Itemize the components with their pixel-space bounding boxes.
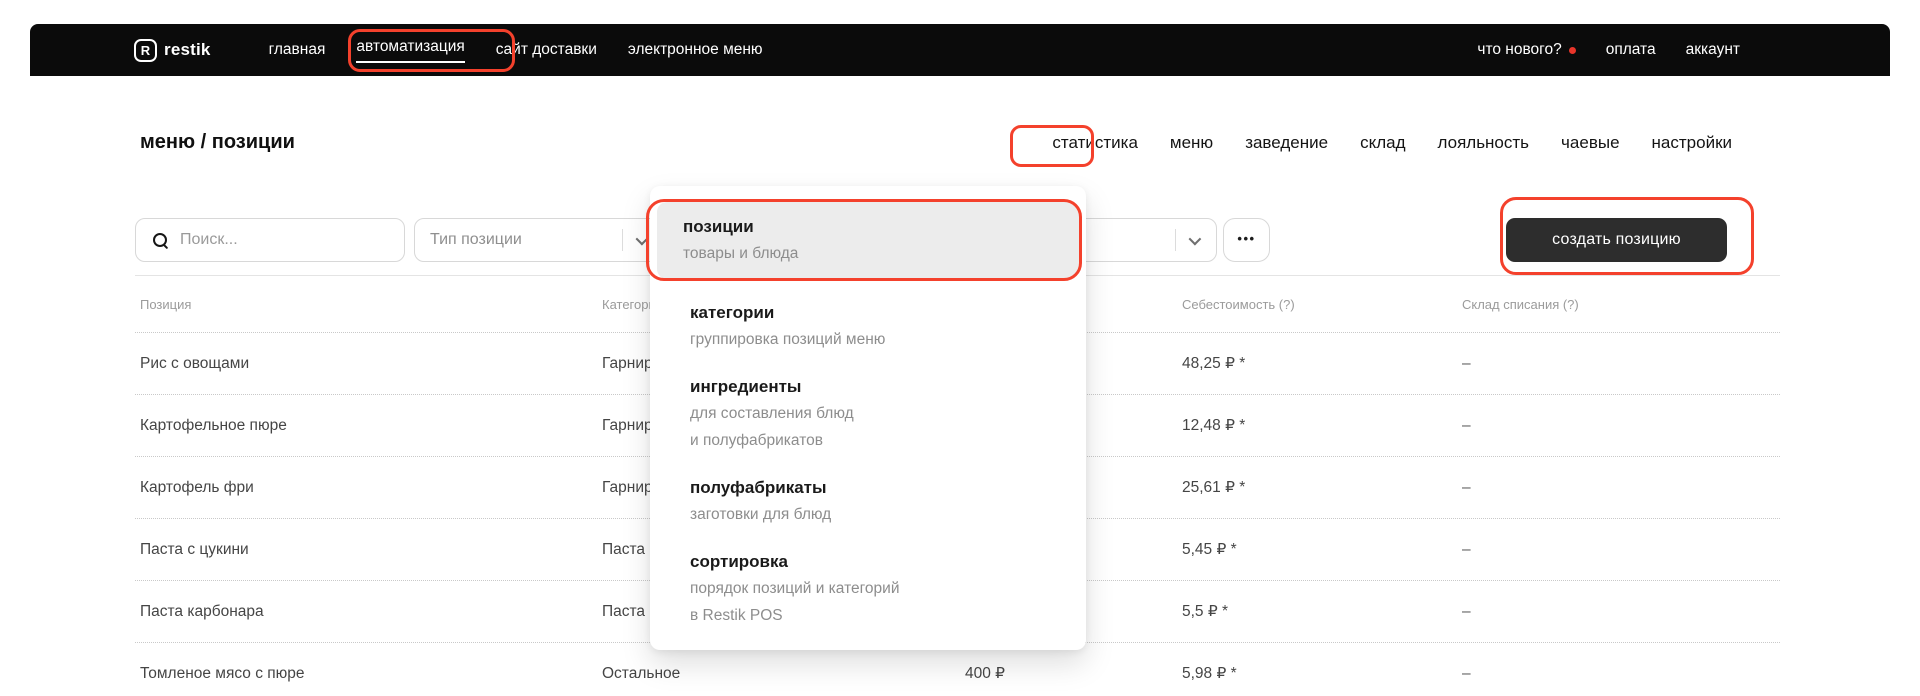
header-position: Позиция (140, 276, 191, 333)
cell-stock: – (1462, 643, 1471, 696)
cell-position: Томленое мясо с пюре (140, 643, 305, 696)
cell-cost: 5,5 ₽ * (1182, 581, 1228, 643)
menu-item-title: категории (690, 299, 1079, 326)
menu-item-title: позиции (683, 213, 1079, 240)
cell-cost: 48,25 ₽ * (1182, 333, 1245, 395)
cell-category: Паста (602, 519, 645, 581)
restik-logo[interactable]: R restik (134, 39, 211, 62)
cell-position: Паста с цукини (140, 519, 249, 581)
table-row[interactable]: Томленое мясо с пюре Остальное 400 ₽ 5,9… (135, 643, 1780, 696)
cell-cost: 5,98 ₽ * (1182, 643, 1237, 696)
cell-position: Картофельное пюре (140, 395, 287, 457)
cell-stock: – (1462, 457, 1471, 519)
top-navigation-bar: R restik главная автоматизация сайт дост… (30, 24, 1890, 76)
menu-item-subtitle: порядок позиций и категорий в Restik POS (690, 575, 1079, 629)
menu-item-title: ингредиенты (690, 373, 1079, 400)
cell-cost: 5,45 ₽ * (1182, 519, 1237, 581)
topbar-nav: главная автоматизация сайт доставки элек… (269, 38, 763, 63)
ellipsis-icon: ••• (1237, 231, 1255, 246)
topnav-item-whats-new[interactable]: что нового? (1477, 41, 1575, 59)
cell-category: Остальное (602, 643, 680, 696)
menu-dropdown-panel: позиции товары и блюда категории группир… (650, 186, 1086, 650)
section-nav: статистика меню заведение склад лояльнос… (1052, 133, 1732, 153)
cell-stock: – (1462, 519, 1471, 581)
topnav-item-account[interactable]: аккаунт (1686, 41, 1740, 59)
topnav-item-emenu[interactable]: электронное меню (628, 41, 763, 59)
notification-dot-icon (1569, 47, 1576, 54)
cell-cost: 12,48 ₽ * (1182, 395, 1245, 457)
cell-position: Рис с овощами (140, 333, 249, 395)
menu-item-title: полуфабрикаты (690, 474, 1079, 501)
cell-cost: 25,61 ₽ * (1182, 457, 1245, 519)
search-input[interactable] (180, 231, 380, 249)
chevron-down-icon (1189, 232, 1202, 245)
position-type-select[interactable]: Тип позиции (414, 218, 664, 262)
topnav-item-payment[interactable]: оплата (1606, 41, 1656, 59)
header-stock[interactable]: Склад списания (?) (1462, 276, 1579, 333)
cell-position: Картофель фри (140, 457, 254, 519)
cell-stock: – (1462, 333, 1471, 395)
cell-stock: – (1462, 395, 1471, 457)
cell-category: Паста (602, 581, 645, 643)
menu-item-positions[interactable]: позиции товары и блюда (657, 202, 1079, 279)
section-tab-menu[interactable]: меню (1170, 133, 1213, 153)
position-type-select-label: Тип позиции (430, 231, 622, 249)
section-tab-loyalty[interactable]: лояльность (1438, 133, 1530, 153)
topbar-right-group: что нового? оплата аккаунт (1477, 41, 1740, 59)
restik-logo-icon: R (134, 39, 157, 62)
menu-item-subtitle: группировка позиций меню (690, 326, 1079, 353)
select-divider (622, 229, 623, 251)
menu-item-ingredients[interactable]: ингредиенты для составления блюд и полуф… (657, 373, 1079, 454)
section-tab-stock[interactable]: склад (1360, 133, 1405, 153)
cell-position: Паста карбонара (140, 581, 264, 643)
topnav-item-main[interactable]: главная (269, 41, 326, 59)
search-box[interactable] (135, 218, 405, 262)
chevron-down-icon (636, 232, 649, 245)
section-tab-statistics[interactable]: статистика (1052, 133, 1138, 153)
section-tab-settings[interactable]: настройки (1652, 133, 1732, 153)
section-tab-venue[interactable]: заведение (1245, 133, 1328, 153)
create-position-button[interactable]: создать позицию (1506, 218, 1727, 262)
menu-item-subtitle: товары и блюда (683, 240, 1079, 267)
cell-price: 400 ₽ (735, 643, 1005, 696)
menu-item-title: сортировка (690, 548, 1079, 575)
header-cost[interactable]: Себестоимость (?) (1182, 276, 1295, 333)
cell-stock: – (1462, 581, 1471, 643)
topnav-item-delivery-site[interactable]: сайт доставки (496, 41, 597, 59)
select-divider (1175, 229, 1176, 251)
menu-item-subtitle: заготовки для блюд (690, 501, 1079, 528)
menu-item-sorting[interactable]: сортировка порядок позиций и категорий в… (657, 548, 1079, 629)
search-icon (153, 233, 167, 247)
restik-logo-text: restik (164, 40, 211, 60)
page-title: меню / позиции (140, 131, 295, 154)
app-window: R restik главная автоматизация сайт дост… (0, 0, 1920, 696)
topnav-item-automation[interactable]: автоматизация (356, 38, 464, 63)
menu-item-semifinished[interactable]: полуфабрикаты заготовки для блюд (657, 474, 1079, 528)
menu-item-subtitle: для составления блюд и полуфабрикатов (690, 400, 1079, 454)
more-actions-button[interactable]: ••• (1223, 218, 1270, 262)
section-tab-tips[interactable]: чаевые (1561, 133, 1619, 153)
menu-item-categories[interactable]: категории группировка позиций меню (657, 299, 1079, 353)
